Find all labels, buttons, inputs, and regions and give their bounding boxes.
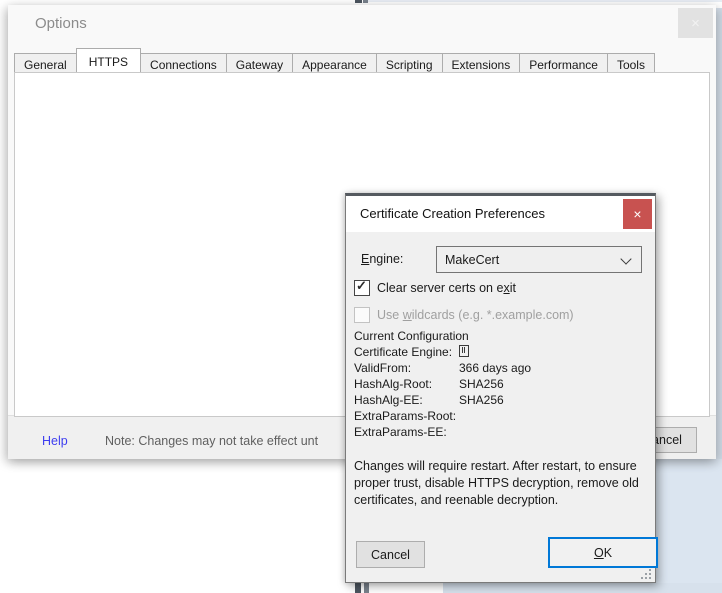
current-configuration-block: Current Configuration Certificate Engine… xyxy=(354,328,531,440)
wildcards-checkbox-disabled: Use wildcards (e.g. *.example.com) xyxy=(354,307,574,323)
screen: Options × General HTTPS Connections Gate… xyxy=(0,0,722,593)
ok-mnemonic: O xyxy=(594,546,604,560)
cert-cancel-button[interactable]: Cancel xyxy=(356,541,425,568)
wildcards-label: Use xyxy=(377,308,403,322)
background-window-corner xyxy=(656,459,722,593)
background-window-topline xyxy=(368,0,722,2)
config-title: Current Configuration xyxy=(354,328,531,344)
chevron-down-icon xyxy=(620,253,631,264)
checkbox-checked-icon[interactable] xyxy=(354,280,370,296)
config-row: ExtraParams-EE: xyxy=(354,424,531,440)
engine-label: Engine: xyxy=(361,252,403,266)
config-row: HashAlg-EE:SHA256 xyxy=(354,392,531,408)
engine-label-rest: ngine: xyxy=(369,252,403,266)
close-icon[interactable]: × xyxy=(678,8,713,38)
clear-certs-label-rest: it xyxy=(510,281,516,295)
cert-preferences-dialog: Certificate Creation Preferences × Engin… xyxy=(345,193,656,583)
wildcards-mnemonic: w xyxy=(403,308,412,322)
close-icon[interactable]: × xyxy=(623,199,652,229)
ok-label-rest: K xyxy=(604,546,612,560)
config-row: Certificate Engine: xyxy=(354,344,531,360)
missing-glyph-box xyxy=(459,345,469,357)
config-row: HashAlg-Root:SHA256 xyxy=(354,376,531,392)
window-title: Options xyxy=(35,15,87,32)
wildcards-label-rest: ildcards (e.g. *.example.com) xyxy=(412,308,574,322)
background-artifact-top xyxy=(355,0,362,3)
config-row: ValidFrom:366 days ago xyxy=(354,360,531,376)
resize-grip[interactable] xyxy=(641,568,652,579)
cert-ok-button[interactable]: OK xyxy=(548,537,658,568)
engine-dropdown-value: MakeCert xyxy=(445,253,499,267)
footer-note: Note: Changes may not take effect unt xyxy=(105,434,348,448)
background-artifact-top2 xyxy=(363,0,368,3)
background-window-bottom xyxy=(443,583,722,593)
restart-warning-text: Changes will require restart. After rest… xyxy=(354,458,650,509)
checkbox-disabled-icon xyxy=(354,307,370,323)
clear-certs-label: Clear server certs on e xyxy=(377,281,503,295)
cert-dialog-title: Certificate Creation Preferences xyxy=(360,206,545,221)
engine-dropdown[interactable]: MakeCert xyxy=(436,246,642,273)
config-row: ExtraParams-Root: xyxy=(354,408,531,424)
help-link[interactable]: Help xyxy=(42,434,68,448)
clear-certs-checkbox[interactable]: Clear server certs on exit xyxy=(354,280,516,296)
